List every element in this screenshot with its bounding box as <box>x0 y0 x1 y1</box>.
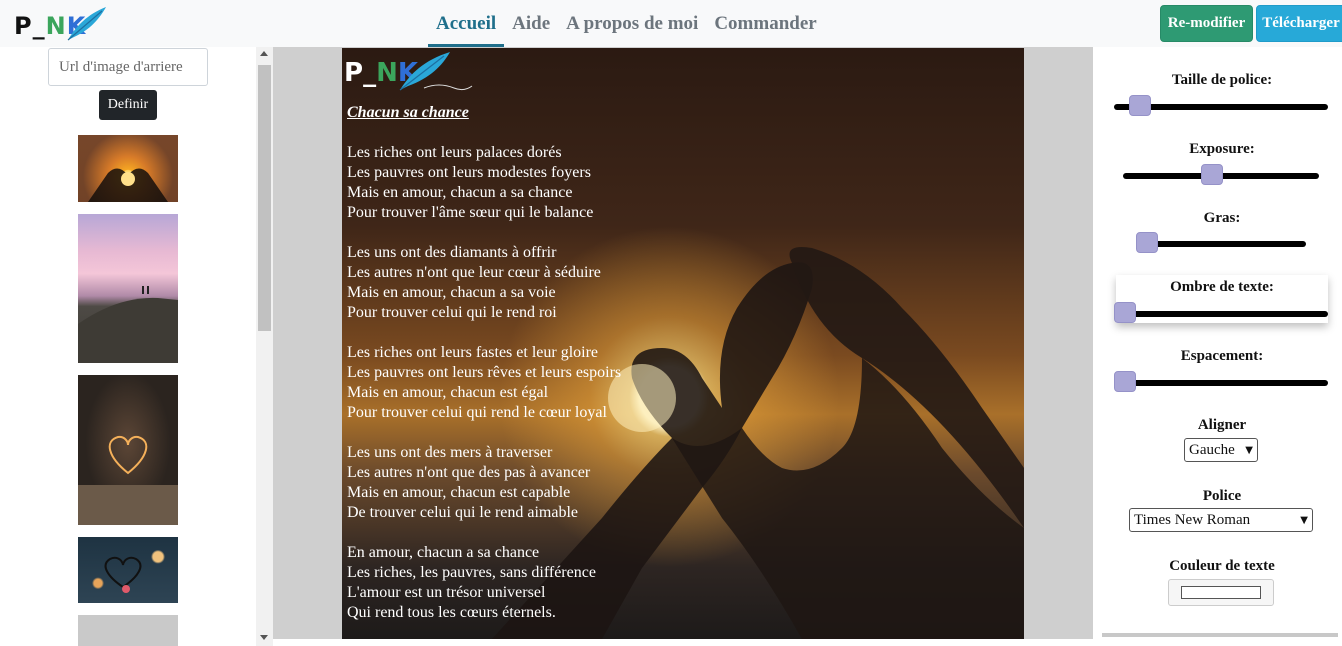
poem-line: Pour trouver l'âme sœur qui le balance <box>347 204 594 221</box>
right-panel-divider <box>1102 633 1338 637</box>
scroll-thumb[interactable] <box>258 65 271 331</box>
poem-line: Mais en amour, chacun a sa chance <box>347 184 573 201</box>
poem-line: Les autres n'ont que leur cœur à séduire <box>347 264 601 281</box>
bokeh-heart-image <box>104 556 142 593</box>
align-label: Aligner <box>1197 417 1247 433</box>
style-controls-panel: Taille de police: Exposure: Gras: Ombre … <box>1102 47 1342 646</box>
text-shadow-label: Ombre de texte: <box>1170 279 1274 295</box>
sparkler-heart-image <box>78 435 178 525</box>
slider-knob[interactable] <box>1114 371 1136 392</box>
spacing-label: Espacement: <box>1180 348 1264 364</box>
font-size-slider[interactable] <box>1114 95 1328 119</box>
poem-stanza: Les uns ont des mers à traverser Les aut… <box>347 443 621 523</box>
font-label: Police <box>1202 488 1242 504</box>
background-thumbnail-3[interactable] <box>78 375 178 525</box>
chevron-down-icon: ▼ <box>1245 444 1253 456</box>
poem-poster[interactable]: P_NK Chacun sa chance Les riches ont leu… <box>342 48 1024 639</box>
poster-feather-icon <box>399 52 473 91</box>
spacing-slider[interactable] <box>1114 371 1328 395</box>
background-thumbnail-2[interactable] <box>78 214 178 363</box>
define-button[interactable]: Definir <box>99 90 157 120</box>
align-select[interactable]: Gauche ▼ <box>1184 438 1258 462</box>
remodify-button[interactable]: Re-modifier <box>1160 5 1253 42</box>
nav-accueil[interactable]: Accueil <box>428 0 505 47</box>
poem-line: Les riches, les pauvres, sans différence <box>347 564 596 581</box>
slider-track <box>1136 241 1306 247</box>
left-scrollbar[interactable] <box>256 47 273 646</box>
slider-knob[interactable] <box>1201 164 1224 185</box>
font-select-value: Times New Roman <box>1134 511 1251 528</box>
nav-commander[interactable]: Commander <box>706 0 824 47</box>
poem-line: L'amour est un trésor universel <box>347 584 546 601</box>
poem-line: Les uns ont des diamants à offrir <box>347 244 557 261</box>
main-nav: Accueil Aide A propos de moi Commander <box>428 0 825 47</box>
poem-line: Les uns ont des mers à traverser <box>347 444 553 461</box>
exposure-slider[interactable] <box>1123 164 1319 188</box>
poem-line: De trouver celui qui le rend aimable <box>347 504 579 521</box>
slider-track <box>1114 311 1328 317</box>
exposure-label: Exposure: <box>1189 141 1255 157</box>
bold-slider[interactable] <box>1136 232 1306 256</box>
poem-line: Les pauvres ont leurs rêves et leurs esp… <box>347 364 622 381</box>
font-size-label: Taille de police: <box>1171 72 1273 88</box>
top-navbar: P_NK Accueil Aide A propos de moi Comman… <box>0 0 1342 47</box>
background-picker-panel: Url d'image d'arriere Definir <box>0 47 273 646</box>
font-select[interactable]: Times New Roman ▼ <box>1129 508 1313 532</box>
poem-line: En amour, chacun a sa chance <box>347 544 540 561</box>
mountain-clouds-image <box>78 286 178 363</box>
hands-heart-image <box>88 168 168 202</box>
poster-logo: P_NK <box>342 48 482 98</box>
brand-logo[interactable]: P_NK <box>14 4 114 44</box>
poem-line: Les riches ont leurs fastes et leur gloi… <box>347 344 599 361</box>
poem-line: Pour trouver celui qui rend le cœur loya… <box>347 404 607 421</box>
poem-stanza: Les uns ont des diamants à offrir Les au… <box>347 243 621 323</box>
align-select-value: Gauche <box>1189 441 1235 458</box>
feather-icon <box>67 7 106 41</box>
slider-knob[interactable] <box>1114 302 1136 323</box>
poem-stanza: Les riches ont leurs fastes et leur gloi… <box>347 343 621 423</box>
download-button[interactable]: Télécharger <box>1256 5 1342 42</box>
poem-stanza: Les riches ont leurs palaces dorés Les p… <box>347 143 621 223</box>
poem-line: Qui rend tous les cœurs éternels. <box>347 604 556 621</box>
text-color-picker[interactable] <box>1168 579 1274 606</box>
background-url-input[interactable]: Url d'image d'arriere <box>48 48 208 86</box>
editor-canvas: P_NK Chacun sa chance Les riches ont leu… <box>273 47 1093 639</box>
poem-line: Mais en amour, chacun est égal <box>347 384 549 401</box>
slider-knob[interactable] <box>1129 95 1152 116</box>
bold-label: Gras: <box>1203 210 1241 226</box>
poem-body: Les riches ont leurs palaces dorés Les p… <box>347 143 621 639</box>
poem-title: Chacun sa chance <box>347 104 469 121</box>
slider-track <box>1114 380 1328 386</box>
poem-line: Pour trouver celui qui le rend roi <box>347 304 557 321</box>
text-shadow-slider[interactable] <box>1114 302 1328 326</box>
poem-stanza: En amour, chacun a sa chance Les riches,… <box>347 543 621 623</box>
background-thumbnail-4[interactable] <box>78 537 178 603</box>
poem-line: Les autres n'ont que des pas à avancer <box>347 464 591 481</box>
poem-line: Mais en amour, chacun est capable <box>347 484 571 501</box>
scroll-down-arrow-icon[interactable] <box>260 635 268 640</box>
poem-line: Les riches ont leurs palaces dorés <box>347 144 562 161</box>
text-color-label: Couleur de texte <box>1169 558 1275 574</box>
nav-a-propos[interactable]: A propos de moi <box>558 0 706 47</box>
color-swatch <box>1181 586 1261 599</box>
background-thumbnail-1[interactable] <box>78 135 178 202</box>
background-thumbnail-5[interactable] <box>78 615 178 646</box>
poem-line: Mais en amour, chacun a sa voie <box>347 284 556 301</box>
chevron-down-icon: ▼ <box>1300 514 1308 526</box>
slider-knob[interactable] <box>1136 232 1158 253</box>
poem-line: Les pauvres ont leurs modestes foyers <box>347 164 591 181</box>
scroll-up-arrow-icon[interactable] <box>260 51 268 56</box>
nav-aide[interactable]: Aide <box>504 0 558 47</box>
